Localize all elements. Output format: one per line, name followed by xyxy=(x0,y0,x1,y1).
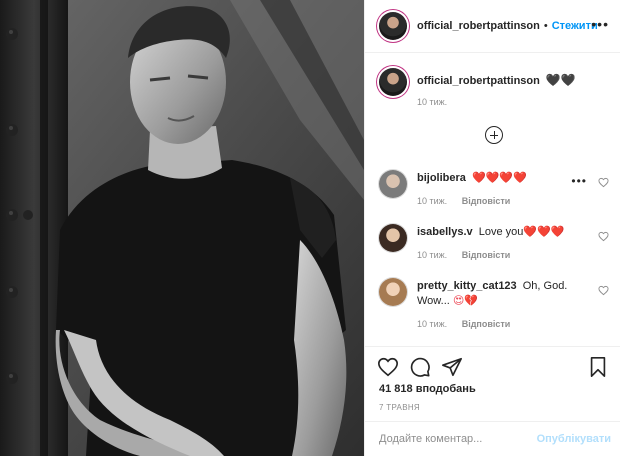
caption-avatar[interactable] xyxy=(379,68,407,96)
portrait-image xyxy=(0,0,364,456)
commenter-avatar[interactable] xyxy=(379,224,407,252)
comment-timestamp[interactable]: 10 тиж. xyxy=(417,250,447,260)
author-username[interactable]: official_robertpattinson xyxy=(417,20,540,32)
caption-text: official_robertpattinson 🖤🖤 xyxy=(417,73,585,89)
comment-username[interactable]: bijolibera xyxy=(417,172,466,184)
comment-meta: 10 тиж. Відповісти xyxy=(417,319,585,329)
like-comment-icon[interactable] xyxy=(598,285,609,296)
comment-body: isabellys.v Love you❤️❤️❤️ 10 тиж. Відпо… xyxy=(417,225,585,260)
like-comment-icon[interactable] xyxy=(598,177,609,188)
comment-timestamp[interactable]: 10 тиж. xyxy=(417,319,447,329)
comment-timestamp[interactable]: 10 тиж. xyxy=(417,196,447,206)
comment-text: isabellys.v Love you❤️❤️❤️ xyxy=(417,225,585,240)
post-date[interactable]: 7 ТРАВНЯ xyxy=(379,403,420,412)
comment-body: bijolibera ❤️❤️❤️❤️ 10 тиж. Відповісти xyxy=(417,171,585,206)
caption-username[interactable]: official_robertpattinson xyxy=(417,75,540,87)
post-side-panel: official_robertpattinson • Стежити ••• o… xyxy=(364,0,620,456)
comments-list: official_robertpattinson 🖤🖤 10 тиж. bijo… xyxy=(365,54,620,346)
add-comments-icon[interactable] xyxy=(485,126,503,144)
post-photo[interactable] xyxy=(0,0,364,456)
comment-message: Love you xyxy=(478,226,524,238)
publish-button[interactable]: Опублікувати xyxy=(537,433,611,445)
bookmark-icon[interactable] xyxy=(587,356,609,378)
caption-body: official_robertpattinson 🖤🖤 10 тиж. xyxy=(417,73,585,107)
comment-emoji: ❤️❤️❤️❤️ xyxy=(471,172,527,184)
comment-body: pretty_kitty_cat123 Oh, God. Wow... 😍💔 1… xyxy=(417,279,585,329)
caption-timestamp[interactable]: 10 тиж. xyxy=(417,97,447,107)
more-options-icon[interactable]: ••• xyxy=(591,17,609,31)
header-separator: • xyxy=(543,20,548,32)
reply-button[interactable]: Відповісти xyxy=(462,196,511,206)
reply-button[interactable]: Відповісти xyxy=(462,319,511,329)
comment-username[interactable]: pretty_kitty_cat123 xyxy=(417,280,517,292)
reply-button[interactable]: Відповісти xyxy=(462,250,511,260)
comment-emoji: 😍💔 xyxy=(452,295,479,307)
post-header: official_robertpattinson • Стежити ••• xyxy=(365,0,620,53)
comment-options-icon[interactable]: ••• xyxy=(571,174,587,188)
heart-icon[interactable] xyxy=(377,356,399,378)
likes-count[interactable]: 41 818 вподобань xyxy=(379,383,476,395)
comment-emoji: ❤️❤️❤️ xyxy=(523,226,565,238)
commenter-avatar[interactable] xyxy=(379,278,407,306)
comment-text: pretty_kitty_cat123 Oh, God. Wow... 😍💔 xyxy=(417,279,585,309)
comment-meta: 10 тиж. Відповісти xyxy=(417,196,585,206)
author-avatar[interactable] xyxy=(379,12,407,40)
caption-hearts: 🖤🖤 xyxy=(545,73,576,87)
commenter-avatar[interactable] xyxy=(379,170,407,198)
comment-icon[interactable] xyxy=(409,356,431,378)
comment-username[interactable]: isabellys.v xyxy=(417,226,473,238)
comment-text: bijolibera ❤️❤️❤️❤️ xyxy=(417,171,585,186)
add-comment-bar: Додайте коментар... Опублікувати xyxy=(365,421,620,457)
instagram-post: official_robertpattinson • Стежити ••• o… xyxy=(0,0,620,456)
post-actions: 41 818 вподобань 7 ТРАВНЯ Додайте комент… xyxy=(365,346,620,456)
comment-input[interactable]: Додайте коментар... xyxy=(379,433,482,445)
comment-meta: 10 тиж. Відповісти xyxy=(417,250,585,260)
share-icon[interactable] xyxy=(441,356,463,378)
caption-meta: 10 тиж. xyxy=(417,97,585,107)
like-comment-icon[interactable] xyxy=(598,231,609,242)
